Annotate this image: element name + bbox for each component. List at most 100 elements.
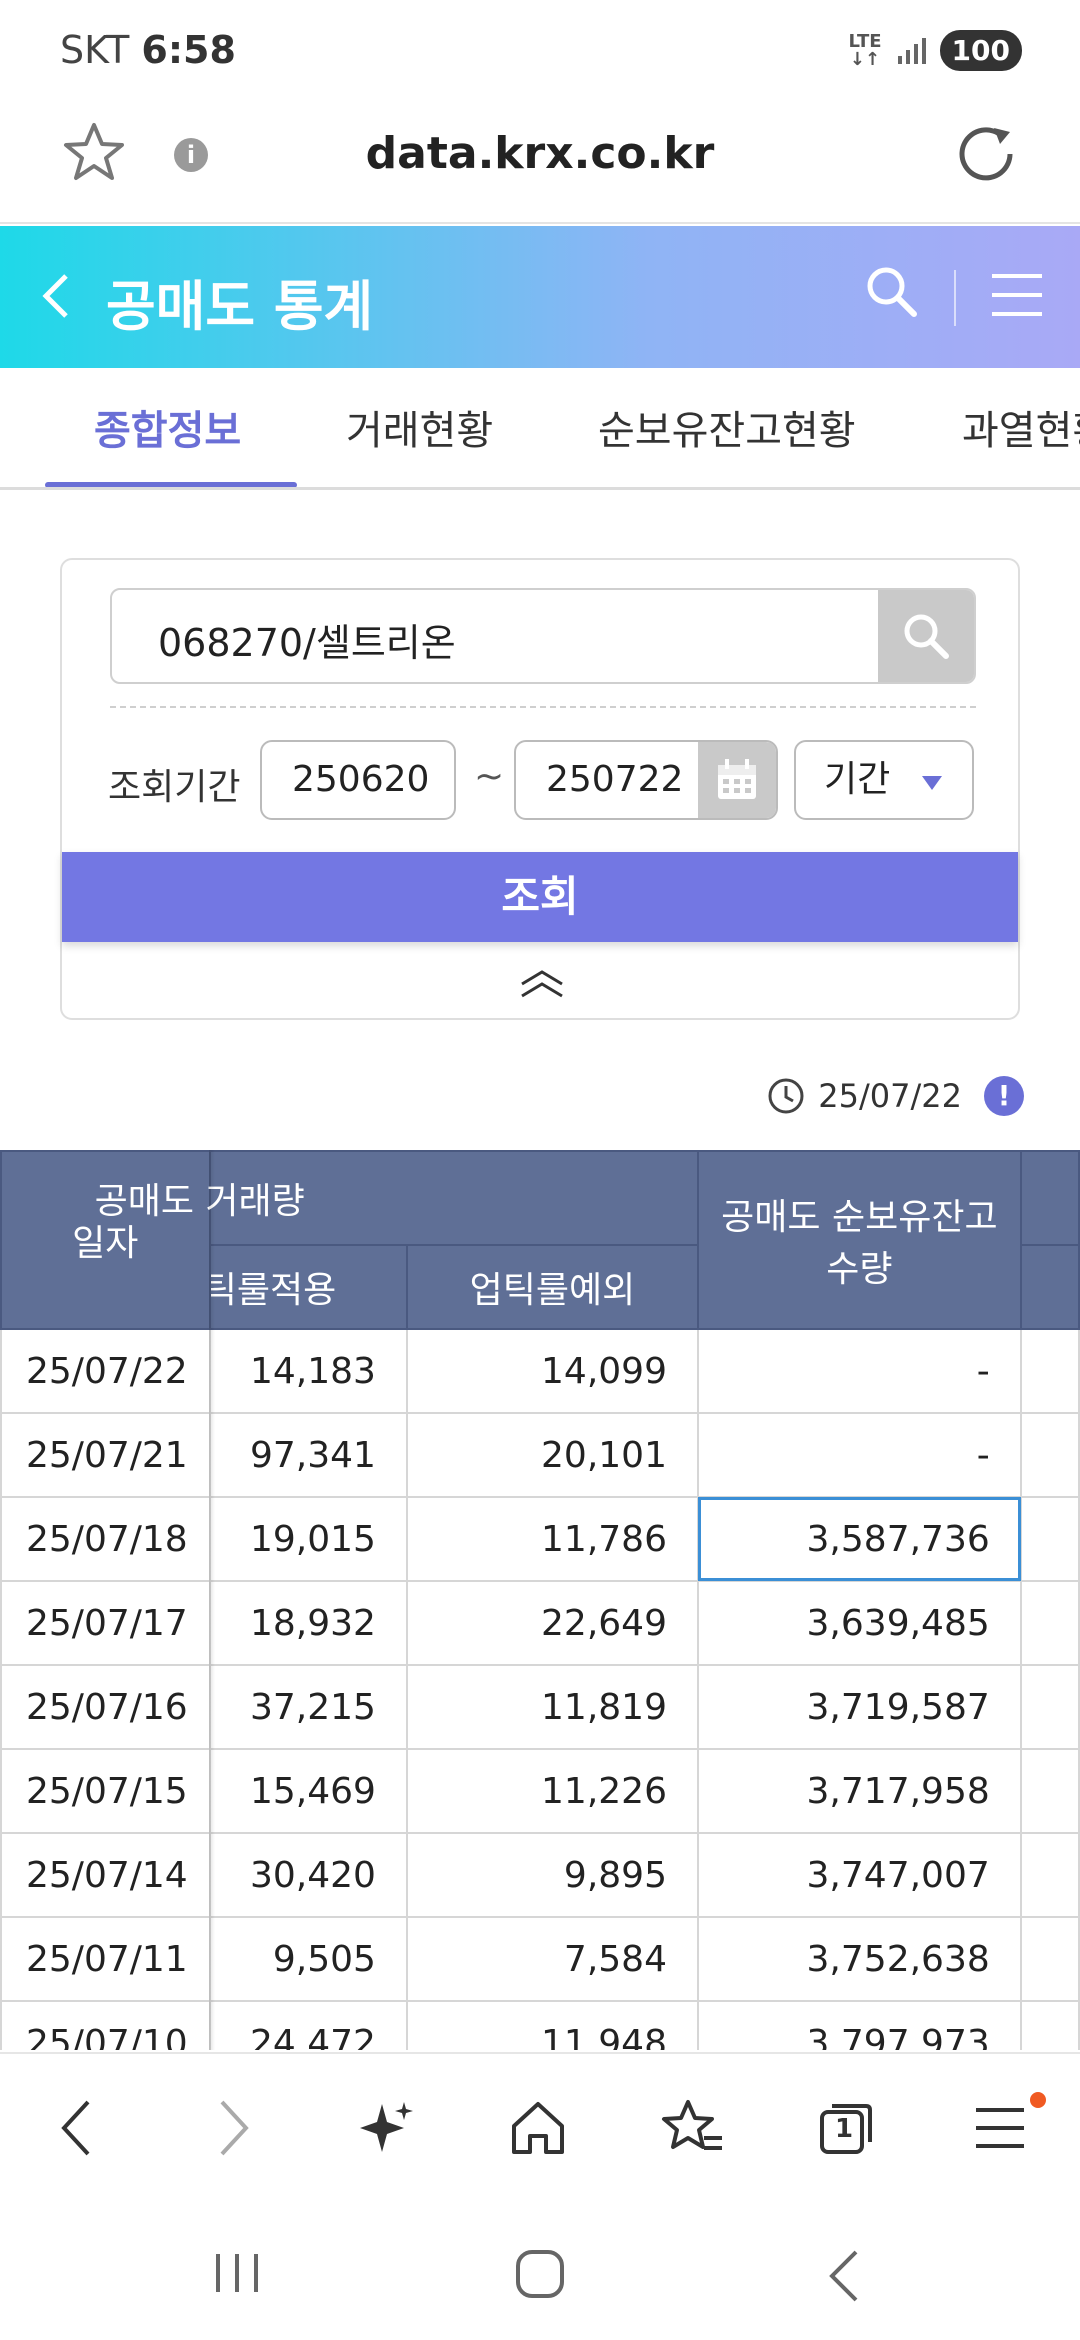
panel-divider <box>110 706 976 708</box>
tab-trading[interactable]: 거래현황 <box>346 398 493 456</box>
back-icon[interactable] <box>56 2098 96 2158</box>
dropdown-caret-icon <box>922 776 942 790</box>
exception-cell[interactable]: 9,895 <box>405 1832 699 1918</box>
table-row[interactable]: 25/07/15 15,469 11,226 3,717,958 <box>0 1748 1080 1834</box>
reload-icon[interactable] <box>954 122 1018 186</box>
uptick-cell[interactable]: 97,341 <box>208 1412 408 1498</box>
battery-icon: 100 <box>939 30 1022 71</box>
extra-cell[interactable] <box>1019 1496 1080 1582</box>
extra-cell[interactable] <box>1019 1748 1080 1834</box>
table-row[interactable]: 25/07/10 24,472 11,948 3,797,973 <box>0 2000 1080 2050</box>
recent-apps-icon[interactable] <box>212 2248 262 2298</box>
table-row[interactable]: 25/07/11 9,505 7,584 3,752,638 <box>0 1916 1080 2002</box>
stock-search-button[interactable] <box>878 590 974 682</box>
date-cell[interactable]: 25/07/14 <box>0 1832 211 1918</box>
balance-cell[interactable]: 3,717,958 <box>696 1748 1022 1834</box>
bookmarks-icon[interactable] <box>660 2098 724 2158</box>
balance-cell[interactable]: 3,587,736 <box>696 1496 1022 1582</box>
info-alert-icon[interactable]: ! <box>984 1076 1024 1116</box>
header-uptick-exception: 업틱룰예외 <box>405 1244 699 1330</box>
balance-cell[interactable]: 3,797,973 <box>696 2000 1022 2050</box>
uptick-cell[interactable]: 14,183 <box>208 1328 408 1414</box>
home-button-icon[interactable] <box>514 2248 566 2300</box>
uptick-cell[interactable]: 18,932 <box>208 1580 408 1666</box>
balance-cell[interactable]: 3,719,587 <box>696 1664 1022 1750</box>
tab-net-balance[interactable]: 순보유잔고현황 <box>598 398 856 456</box>
data-timestamp: 25/07/22 ! <box>766 1076 1024 1116</box>
header-net-balance-line2: 수량 <box>826 1249 893 1290</box>
exception-cell[interactable]: 11,786 <box>405 1496 699 1582</box>
tab-count: 1 <box>835 2114 854 2144</box>
header-uptick-applied: 업틱룰적용 <box>208 1244 408 1330</box>
search-icon[interactable] <box>864 264 920 320</box>
table-body: 25/07/22 14,183 14,099-25/07/21 97,341 20,10… <box>0 1328 1080 2050</box>
header-short-volume: 공매도 거래량 <box>95 1150 699 1246</box>
date-cell[interactable]: 25/07/22 <box>0 1328 211 1414</box>
back-arrow-icon[interactable] <box>36 268 76 324</box>
url-text[interactable]: data.krx.co.kr <box>0 128 1080 179</box>
balance-cell[interactable]: - <box>696 1412 1022 1498</box>
start-date-field[interactable]: 250620 <box>260 740 456 820</box>
date-cell[interactable]: 25/07/15 <box>0 1748 211 1834</box>
exception-cell[interactable]: 11,948 <box>405 2000 699 2050</box>
date-cell[interactable]: 25/07/10 <box>0 2000 211 2050</box>
exception-cell[interactable]: 20,101 <box>405 1412 699 1498</box>
uptick-cell[interactable]: 19,015 <box>208 1496 408 1582</box>
hamburger-menu-icon[interactable] <box>990 270 1044 320</box>
table-row[interactable]: 25/07/21 97,341 20,101- <box>0 1412 1080 1498</box>
forward-icon[interactable] <box>214 2098 254 2158</box>
table-row[interactable]: 25/07/17 18,932 22,649 3,639,485 <box>0 1580 1080 1666</box>
table-row[interactable]: 25/07/18 19,015 11,786 3,587,736 <box>0 1496 1080 1582</box>
date-cell[interactable]: 25/07/11 <box>0 1916 211 2002</box>
system-back-icon[interactable] <box>826 2248 862 2304</box>
data-table-container[interactable]: 일자 공매도 거래량 공매도 순보유잔고 수량 업틱룰적용 업틱룰예외 25/0… <box>0 1150 1080 2050</box>
date-cell[interactable]: 25/07/18 <box>0 1496 211 1582</box>
balance-cell[interactable]: 3,752,638 <box>696 1916 1022 2002</box>
exception-cell[interactable]: 11,226 <box>405 1748 699 1834</box>
extra-cell[interactable] <box>1019 1664 1080 1750</box>
extra-cell[interactable] <box>1019 1580 1080 1666</box>
uptick-cell[interactable]: 15,469 <box>208 1748 408 1834</box>
balance-cell[interactable]: 3,747,007 <box>696 1832 1022 1918</box>
active-tab-indicator <box>45 482 297 487</box>
tab-summary[interactable]: 종합정보 <box>94 398 241 456</box>
extra-cell[interactable] <box>1019 2000 1080 2050</box>
extra-cell[interactable] <box>1019 1328 1080 1414</box>
exception-cell[interactable]: 14,099 <box>405 1328 699 1414</box>
home-icon[interactable] <box>508 2098 568 2158</box>
menu-icon[interactable] <box>974 2098 1026 2158</box>
query-button[interactable]: 조회 <box>62 852 1018 942</box>
date-cell[interactable]: 25/07/21 <box>0 1412 211 1498</box>
calendar-button[interactable] <box>698 742 776 818</box>
balance-cell[interactable]: - <box>696 1328 1022 1414</box>
end-date-field[interactable]: 250722 <box>514 740 778 820</box>
uptick-cell[interactable]: 37,215 <box>208 1664 408 1750</box>
date-cell[interactable]: 25/07/16 <box>0 1664 211 1750</box>
exception-cell[interactable]: 7,584 <box>405 1916 699 2002</box>
collapse-chevron-icon[interactable] <box>518 968 566 1002</box>
extra-cell[interactable] <box>1019 1832 1080 1918</box>
table-row[interactable]: 25/07/22 14,183 14,099- <box>0 1328 1080 1414</box>
table-row[interactable]: 25/07/16 37,215 11,819 3,719,587 <box>0 1664 1080 1750</box>
uptick-cell[interactable]: 24,472 <box>208 2000 408 2050</box>
extra-cell[interactable] <box>1019 1412 1080 1498</box>
tab-bar: 종합정보 거래현황 순보유잔고현황 과열현황 <box>0 368 1080 490</box>
table-row[interactable]: 25/07/14 30,420 9,895 3,747,007 <box>0 1832 1080 1918</box>
stock-search-input[interactable]: 068270/셀트리온 <box>110 588 976 684</box>
balance-cell[interactable]: 3,639,485 <box>696 1580 1022 1666</box>
date-cell[interactable]: 25/07/17 <box>0 1580 211 1666</box>
exception-cell[interactable]: 11,819 <box>405 1664 699 1750</box>
uptick-cell[interactable]: 30,420 <box>208 1832 408 1918</box>
page-header: 공매도 통계 <box>0 226 1080 368</box>
exception-cell[interactable]: 22,649 <box>405 1580 699 1666</box>
header-short-volume-label: 공매도 거래량 <box>94 1181 305 1222</box>
browser-url-bar: i data.krx.co.kr <box>0 100 1080 224</box>
period-dropdown[interactable]: 기간 <box>794 740 974 820</box>
browser-bottom-bar: 1 <box>0 2052 1080 2202</box>
extra-cell[interactable] <box>1019 1916 1080 2002</box>
ai-sparkle-icon[interactable] <box>356 2098 416 2158</box>
uptick-cell[interactable]: 9,505 <box>208 1916 408 2002</box>
header-extra-sub <box>1019 1244 1080 1330</box>
tabs-icon[interactable]: 1 <box>816 2098 876 2158</box>
tab-overheating[interactable]: 과열현황 <box>962 398 1080 456</box>
